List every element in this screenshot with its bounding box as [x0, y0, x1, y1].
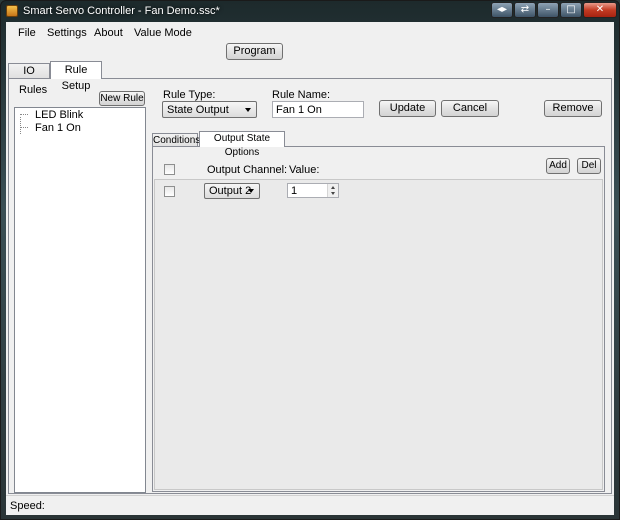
rules-list [14, 107, 146, 493]
window-dock-button[interactable]: ⇄ [514, 2, 536, 18]
output-rows-area [154, 179, 603, 490]
output-channel-value: Output 2 [209, 185, 252, 197]
tab-rule-setup[interactable]: Rule Setup [50, 61, 102, 92]
menu-bar: File Settings About Value Mode [6, 22, 614, 42]
status-bar: Speed: [6, 495, 614, 515]
rule-item-fan-1-on[interactable]: Fan 1 On [33, 122, 83, 134]
program-button[interactable]: Program [226, 43, 283, 60]
select-all-checkbox[interactable] [164, 164, 175, 175]
tree-connector [20, 127, 28, 128]
rule-type-label: Rule Type: [163, 89, 216, 101]
remove-button[interactable]: Remove [544, 100, 602, 117]
rule-item-led-blink[interactable]: LED Blink [33, 109, 85, 121]
spin-down-icon[interactable] [331, 192, 335, 195]
menu-about[interactable]: About [94, 27, 123, 39]
menu-file[interactable]: File [18, 27, 36, 39]
rules-title: Rules [19, 84, 48, 96]
chevron-down-icon [248, 189, 254, 193]
tree-connector [20, 114, 28, 115]
value-spinner-value: 1 [291, 185, 298, 197]
rule-type-value: State Output [167, 104, 229, 116]
tab-output-state-options[interactable]: Output State Options [199, 131, 285, 158]
cancel-button[interactable]: Cancel [441, 100, 499, 117]
value-header: Value: [289, 164, 320, 176]
tab-conditions[interactable]: Conditions [152, 133, 200, 147]
minimize-button[interactable]: – [537, 2, 559, 18]
output-channel-header: Output Channel: [207, 164, 288, 176]
app-icon [6, 5, 18, 17]
rule-name-label: Rule Name: [272, 89, 331, 101]
output-channel-select[interactable]: Output 2 [204, 183, 260, 199]
value-spinner[interactable]: 1 [287, 183, 339, 198]
app-window: Smart Servo Controller - Fan Demo.ssc* ◂… [0, 0, 620, 520]
add-button[interactable]: Add [546, 158, 570, 174]
del-button[interactable]: Del [577, 158, 601, 174]
menu-value-mode[interactable]: Value Mode [134, 27, 192, 39]
rule-type-select[interactable]: State Output [162, 101, 257, 118]
spinner-buttons[interactable] [327, 184, 338, 197]
spin-up-icon[interactable] [331, 186, 335, 189]
client-area: File Settings About Value Mode Program I… [6, 22, 614, 515]
speed-label: Speed: [10, 500, 45, 512]
update-button[interactable]: Update [379, 100, 436, 117]
menu-settings[interactable]: Settings [47, 27, 87, 39]
maximize-button[interactable]: □ [560, 2, 582, 18]
window-title: Smart Servo Controller - Fan Demo.ssc* [23, 5, 220, 17]
close-button[interactable]: ✕ [583, 2, 617, 18]
tab-io-setup[interactable]: IO Setup [8, 63, 50, 91]
window-extra-button[interactable]: ◂▸ [491, 2, 513, 18]
rule-name-input[interactable]: Fan 1 On [272, 101, 364, 118]
title-bar[interactable]: Smart Servo Controller - Fan Demo.ssc* ◂… [1, 1, 619, 21]
chevron-down-icon [245, 108, 251, 112]
tree-connector [20, 117, 21, 134]
new-rule-button[interactable]: New Rule [99, 91, 145, 106]
row-checkbox[interactable] [164, 186, 175, 197]
